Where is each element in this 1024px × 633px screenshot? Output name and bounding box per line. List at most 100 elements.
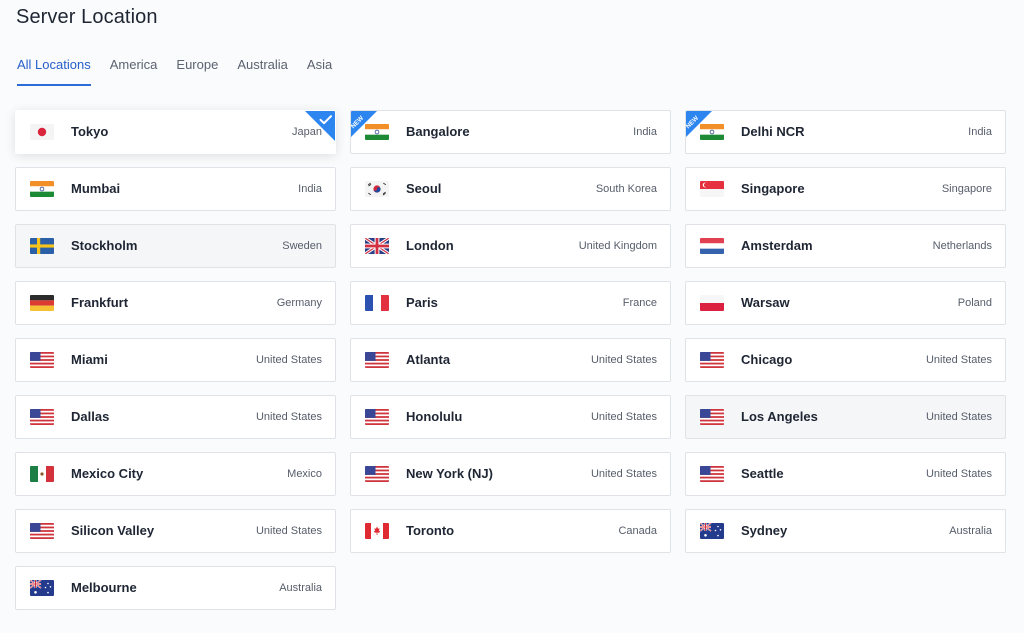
- country-name: South Korea: [595, 183, 657, 195]
- city-name: Stockholm: [71, 238, 138, 253]
- page-title: Server Location: [16, 6, 158, 28]
- us-flag-icon: [30, 523, 54, 539]
- location-card-melbourne[interactable]: Melbourne Australia: [15, 566, 336, 610]
- location-card-dallas[interactable]: Dallas United States: [15, 395, 336, 439]
- country-name: Netherlands: [932, 240, 992, 252]
- us-flag-icon: [365, 409, 389, 425]
- country-name: Poland: [957, 297, 992, 309]
- city-name: Warsaw: [741, 295, 790, 310]
- country-name: India: [968, 126, 992, 138]
- country-name: Canada: [618, 525, 657, 537]
- country-name: United States: [925, 411, 992, 423]
- city-name: Amsterdam: [741, 238, 813, 253]
- tab-all-locations[interactable]: All Locations: [17, 57, 91, 86]
- location-card-seattle[interactable]: Seattle United States: [685, 452, 1006, 496]
- us-flag-icon: [365, 352, 389, 368]
- location-card-toronto[interactable]: Toronto Canada: [350, 509, 671, 553]
- location-card-delhi-ncr[interactable]: Delhi NCR India NEW: [685, 110, 1006, 154]
- location-card-singapore[interactable]: Singapore Singapore: [685, 167, 1006, 211]
- us-flag-icon: [700, 352, 724, 368]
- country-name: United States: [925, 354, 992, 366]
- city-name: Delhi NCR: [741, 124, 805, 139]
- australia-flag-icon: [30, 580, 54, 596]
- country-name: United States: [255, 354, 322, 366]
- new-badge: NEW: [686, 111, 712, 137]
- city-name: London: [406, 238, 454, 253]
- city-name: Toronto: [406, 523, 455, 538]
- tab-asia[interactable]: Asia: [307, 57, 332, 85]
- tab-america[interactable]: America: [110, 57, 158, 85]
- country-name: Australia: [279, 582, 322, 594]
- south-korea-flag-icon: [365, 181, 389, 197]
- location-card-frankfurt[interactable]: Frankfurt Germany: [15, 281, 336, 325]
- country-name: India: [298, 183, 322, 195]
- location-card-silicon-valley[interactable]: Silicon Valley United States: [15, 509, 336, 553]
- country-name: United States: [255, 411, 322, 423]
- region-tabs: All Locations America Europe Australia A…: [17, 57, 351, 86]
- tab-europe[interactable]: Europe: [176, 57, 218, 85]
- city-name: Miami: [71, 352, 108, 367]
- uk-flag-icon: [365, 238, 389, 254]
- location-card-stockholm[interactable]: Stockholm Sweden: [15, 224, 336, 268]
- country-name: Singapore: [941, 183, 992, 195]
- city-name: Atlanta: [406, 352, 451, 367]
- us-flag-icon: [365, 466, 389, 482]
- country-name: Germany: [276, 297, 322, 309]
- country-name: United Kingdom: [578, 240, 657, 252]
- location-card-tokyo[interactable]: Tokyo Japan: [15, 110, 336, 154]
- location-card-los-angeles[interactable]: Los Angeles United States: [685, 395, 1006, 439]
- poland-flag-icon: [700, 295, 724, 311]
- japan-flag-icon: [30, 124, 54, 140]
- country-name: United States: [590, 354, 657, 366]
- australia-flag-icon: [700, 523, 724, 539]
- location-card-london[interactable]: London United Kingdom: [350, 224, 671, 268]
- city-name: Seoul: [406, 181, 442, 196]
- city-name: New York (NJ): [406, 466, 493, 481]
- location-card-seoul[interactable]: Seoul South Korea: [350, 167, 671, 211]
- location-card-atlanta[interactable]: Atlanta United States: [350, 338, 671, 382]
- country-name: Australia: [949, 525, 992, 537]
- new-badge: NEW: [351, 111, 377, 137]
- location-card-miami[interactable]: Miami United States: [15, 338, 336, 382]
- location-card-sydney[interactable]: Sydney Australia: [685, 509, 1006, 553]
- location-card-honolulu[interactable]: Honolulu United States: [350, 395, 671, 439]
- country-name: India: [633, 126, 657, 138]
- country-name: United States: [590, 411, 657, 423]
- city-name: Dallas: [71, 409, 110, 424]
- city-name: Frankfurt: [71, 295, 129, 310]
- india-flag-icon: [30, 181, 54, 197]
- us-flag-icon: [700, 466, 724, 482]
- germany-flag-icon: [30, 295, 54, 311]
- location-grid: Tokyo Japan Bangalore India NEW Delhi NCR Indi…: [15, 110, 1006, 610]
- city-name: Chicago: [741, 352, 793, 367]
- country-name: Mexico: [287, 468, 322, 480]
- city-name: Paris: [406, 295, 438, 310]
- city-name: Singapore: [741, 181, 805, 196]
- city-name: Los Angeles: [741, 409, 818, 424]
- country-name: Sweden: [282, 240, 322, 252]
- country-name: United States: [925, 468, 992, 480]
- location-card-paris[interactable]: Paris France: [350, 281, 671, 325]
- city-name: Silicon Valley: [71, 523, 155, 538]
- location-card-amsterdam[interactable]: Amsterdam Netherlands: [685, 224, 1006, 268]
- us-flag-icon: [30, 409, 54, 425]
- location-card-new-york-nj[interactable]: New York (NJ) United States: [350, 452, 671, 496]
- sweden-flag-icon: [30, 238, 54, 254]
- location-card-mumbai[interactable]: Mumbai India: [15, 167, 336, 211]
- city-name: Honolulu: [406, 409, 463, 424]
- city-name: Seattle: [741, 466, 784, 481]
- france-flag-icon: [365, 295, 389, 311]
- country-name: United States: [590, 468, 657, 480]
- city-name: Mexico City: [71, 466, 144, 481]
- city-name: Tokyo: [71, 124, 109, 139]
- country-name: United States: [255, 525, 322, 537]
- location-card-bangalore[interactable]: Bangalore India NEW: [350, 110, 671, 154]
- canada-flag-icon: [365, 523, 389, 539]
- tab-australia[interactable]: Australia: [237, 57, 288, 85]
- location-card-warsaw[interactable]: Warsaw Poland: [685, 281, 1006, 325]
- location-card-mexico-city[interactable]: Mexico City Mexico: [15, 452, 336, 496]
- netherlands-flag-icon: [700, 238, 724, 254]
- location-card-chicago[interactable]: Chicago United States: [685, 338, 1006, 382]
- country-name: France: [622, 297, 657, 309]
- us-flag-icon: [700, 409, 724, 425]
